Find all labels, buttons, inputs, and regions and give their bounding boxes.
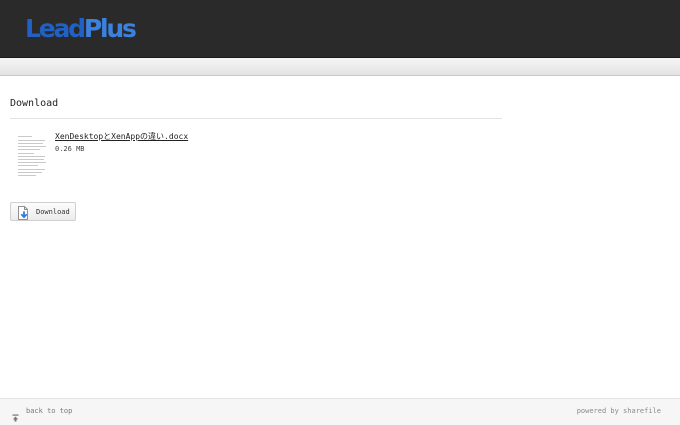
- file-size: 0.26 MB: [55, 145, 85, 153]
- file-name-link[interactable]: XenDesktopとXenAppの違い.docx: [55, 131, 188, 142]
- footer-bar: back to top powered by sharefile: [0, 398, 680, 425]
- page-title: Download: [10, 98, 59, 109]
- title-divider: [10, 118, 502, 119]
- back-to-top-label: back to top: [26, 407, 73, 415]
- download-file-icon: [17, 205, 30, 220]
- download-button[interactable]: Download: [10, 202, 76, 221]
- back-to-top-link[interactable]: back to top: [12, 407, 73, 422]
- logo-plus-text: Plus: [83, 13, 137, 43]
- document-thumbnail-icon[interactable]: [16, 132, 48, 178]
- header-bar: Lead Plus: [0, 0, 680, 58]
- logo-lead-text: Lead: [25, 13, 86, 43]
- powered-by-sharefile[interactable]: powered by sharefile: [577, 407, 661, 415]
- download-button-label: Download: [36, 207, 70, 216]
- sub-navigation-bar: [0, 58, 680, 76]
- page: Lead Plus Download XenDesktopとXenAppの違い.d…: [0, 0, 680, 425]
- arrow-up-bar-icon: [12, 407, 19, 422]
- leadplus-logo[interactable]: Lead Plus: [25, 12, 137, 44]
